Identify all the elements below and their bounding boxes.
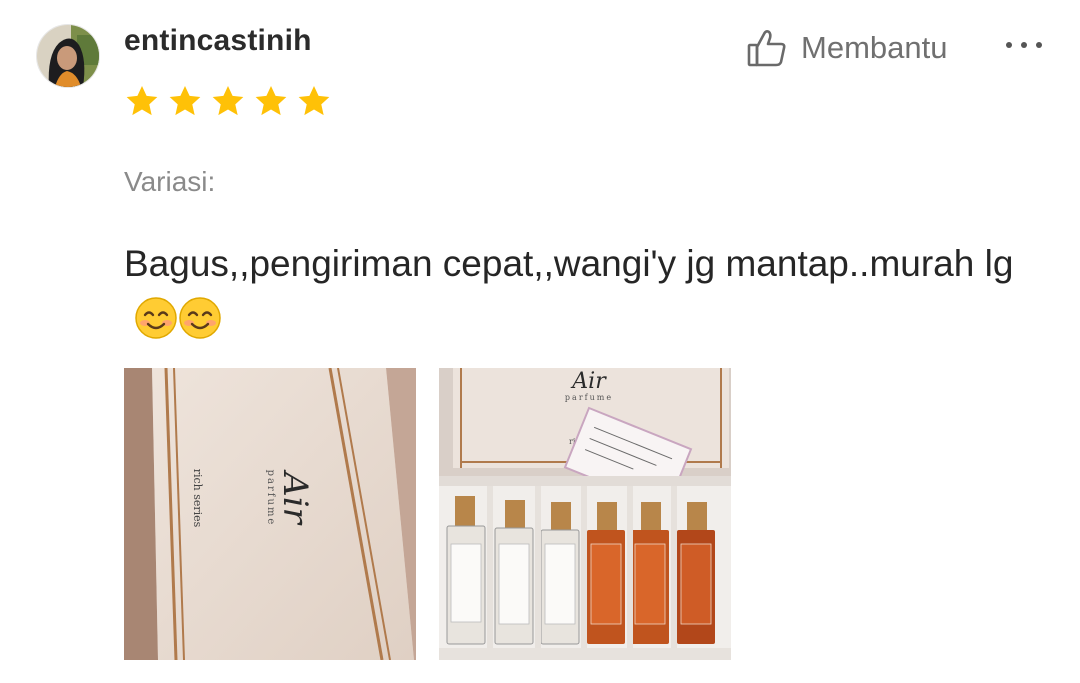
brand-logo: Air xyxy=(275,469,315,525)
smiling-face-icon xyxy=(179,297,221,339)
avatar-photo xyxy=(37,25,99,87)
star-icon xyxy=(255,85,287,116)
more-options-button[interactable] xyxy=(1006,30,1042,60)
more-icon xyxy=(1006,42,1012,48)
emoji-group xyxy=(134,296,222,340)
perfume-box-image: Air parfume rich series xyxy=(124,368,416,660)
star-icon xyxy=(212,85,244,116)
smiling-face-icon xyxy=(135,297,177,339)
review-body: Bagus,,pengiriman cepat,,wangi'y jg mant… xyxy=(124,236,1054,348)
more-icon-dot xyxy=(1021,42,1027,48)
star-rating xyxy=(123,82,333,120)
review-photo[interactable]: Air parfume rich series xyxy=(124,368,416,660)
perfume-set-image: Air parfume rich xyxy=(439,368,731,660)
star-icon xyxy=(169,85,201,116)
brand-line: parfume xyxy=(265,470,276,527)
star-icon xyxy=(298,85,330,116)
series-label: rich series xyxy=(191,469,204,528)
helpful-button[interactable]: Membantu xyxy=(745,26,947,70)
helpful-label: Membantu xyxy=(801,30,948,65)
avatar[interactable] xyxy=(36,24,100,88)
username[interactable]: entincastinih xyxy=(124,24,312,58)
review-photo[interactable]: Air parfume rich xyxy=(439,368,731,660)
brand-line: parfume xyxy=(565,393,613,402)
star-icon xyxy=(126,85,158,116)
brand-logo: Air xyxy=(570,369,607,394)
more-icon-dot xyxy=(1036,42,1042,48)
thumbs-up-icon xyxy=(747,30,786,67)
review-text: Bagus,,pengiriman cepat,,wangi'y jg mant… xyxy=(124,243,1014,284)
variation-label: Variasi: xyxy=(124,166,216,197)
